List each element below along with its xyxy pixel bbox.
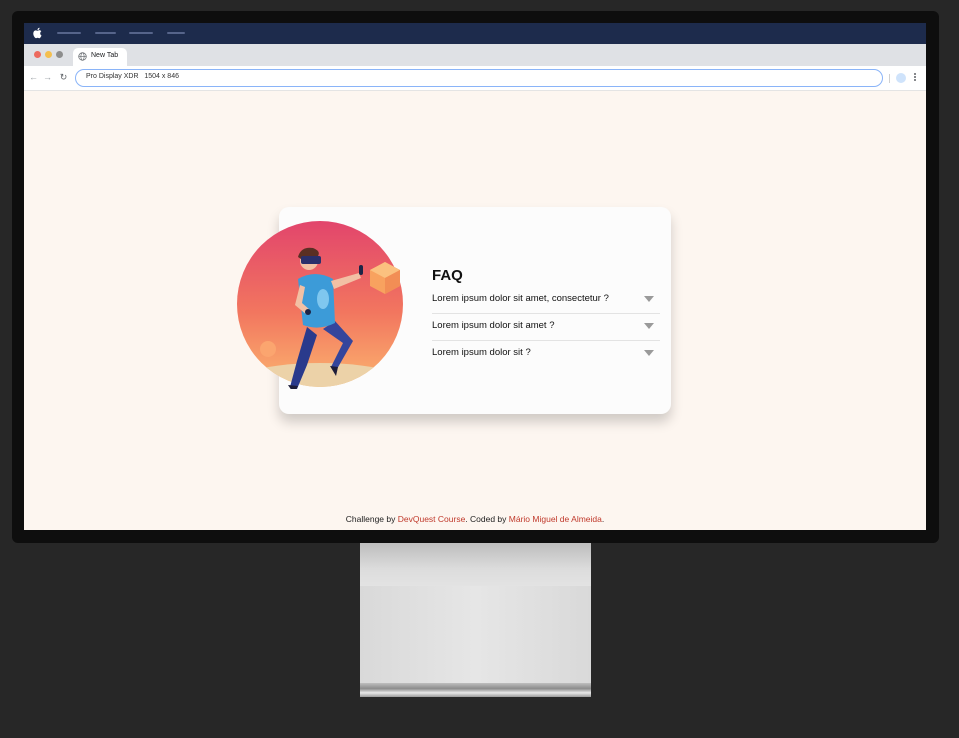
back-icon[interactable]: ←	[28, 72, 39, 83]
kebab-menu-icon[interactable]	[913, 73, 917, 83]
browser-tab[interactable]: New Tab	[73, 48, 127, 66]
author-link[interactable]: Mário Miguel de Almeida	[509, 514, 602, 524]
os-menu-item[interactable]	[167, 32, 185, 34]
footer-coded-text: . Coded by	[465, 514, 509, 524]
faq-item[interactable]: Lorem ipsum dolor sit amet ?	[432, 314, 660, 341]
globe-icon	[78, 52, 87, 61]
caret-down-icon[interactable]	[644, 296, 654, 302]
footer-challenge-text: Challenge by	[345, 514, 398, 524]
address-bar[interactable]: Pro Display XDR 1504 x 846	[75, 69, 883, 87]
minimize-window-button[interactable]	[45, 51, 52, 58]
reload-icon[interactable]: ↻	[58, 72, 69, 83]
caret-down-icon[interactable]	[644, 323, 654, 329]
faq-question: Lorem ipsum dolor sit amet ?	[432, 320, 555, 331]
faq-item[interactable]: Lorem ipsum dolor sit amet, consectetur …	[432, 287, 660, 314]
monitor-bezel: New Tab ← → ↻ Pro Display XDR 1504 x 846	[12, 11, 939, 543]
tab-title: New Tab	[91, 52, 119, 59]
monitor-stand	[360, 586, 591, 683]
apple-icon[interactable]	[33, 27, 43, 39]
monitor-stand-neck	[360, 543, 591, 586]
os-menu-item[interactable]	[95, 32, 116, 34]
os-menu-bar	[24, 23, 926, 44]
caret-down-icon[interactable]	[644, 350, 654, 356]
screen: New Tab ← → ↻ Pro Display XDR 1504 x 846	[24, 23, 926, 530]
forward-icon[interactable]: →	[42, 72, 53, 83]
page-footer: Challenge by DevQuest Course. Coded by M…	[24, 514, 926, 524]
address-text: Pro Display XDR 1504 x 846	[86, 73, 179, 80]
extension-icon[interactable]	[896, 73, 906, 83]
faq-question: Lorem ipsum dolor sit ?	[432, 347, 531, 358]
toolbar-divider	[889, 74, 890, 83]
footer-suffix: .	[601, 514, 605, 524]
browser-toolbar: ← → ↻ Pro Display XDR 1504 x 846	[24, 66, 926, 91]
faq-item[interactable]: Lorem ipsum dolor sit ?	[432, 341, 660, 368]
maximize-window-button[interactable]	[56, 51, 63, 58]
faq-question: Lorem ipsum dolor sit amet, consectetur …	[432, 293, 609, 304]
faq-title: FAQ	[432, 267, 463, 284]
browser-tab-strip: New Tab	[24, 44, 926, 66]
devquest-link[interactable]: DevQuest Course	[398, 514, 466, 524]
vr-player-illustration	[237, 221, 403, 389]
os-menu-item[interactable]	[129, 32, 153, 34]
monitor-stand-foot	[360, 683, 591, 697]
os-menu-item[interactable]	[57, 32, 81, 34]
close-window-button[interactable]	[34, 51, 41, 58]
